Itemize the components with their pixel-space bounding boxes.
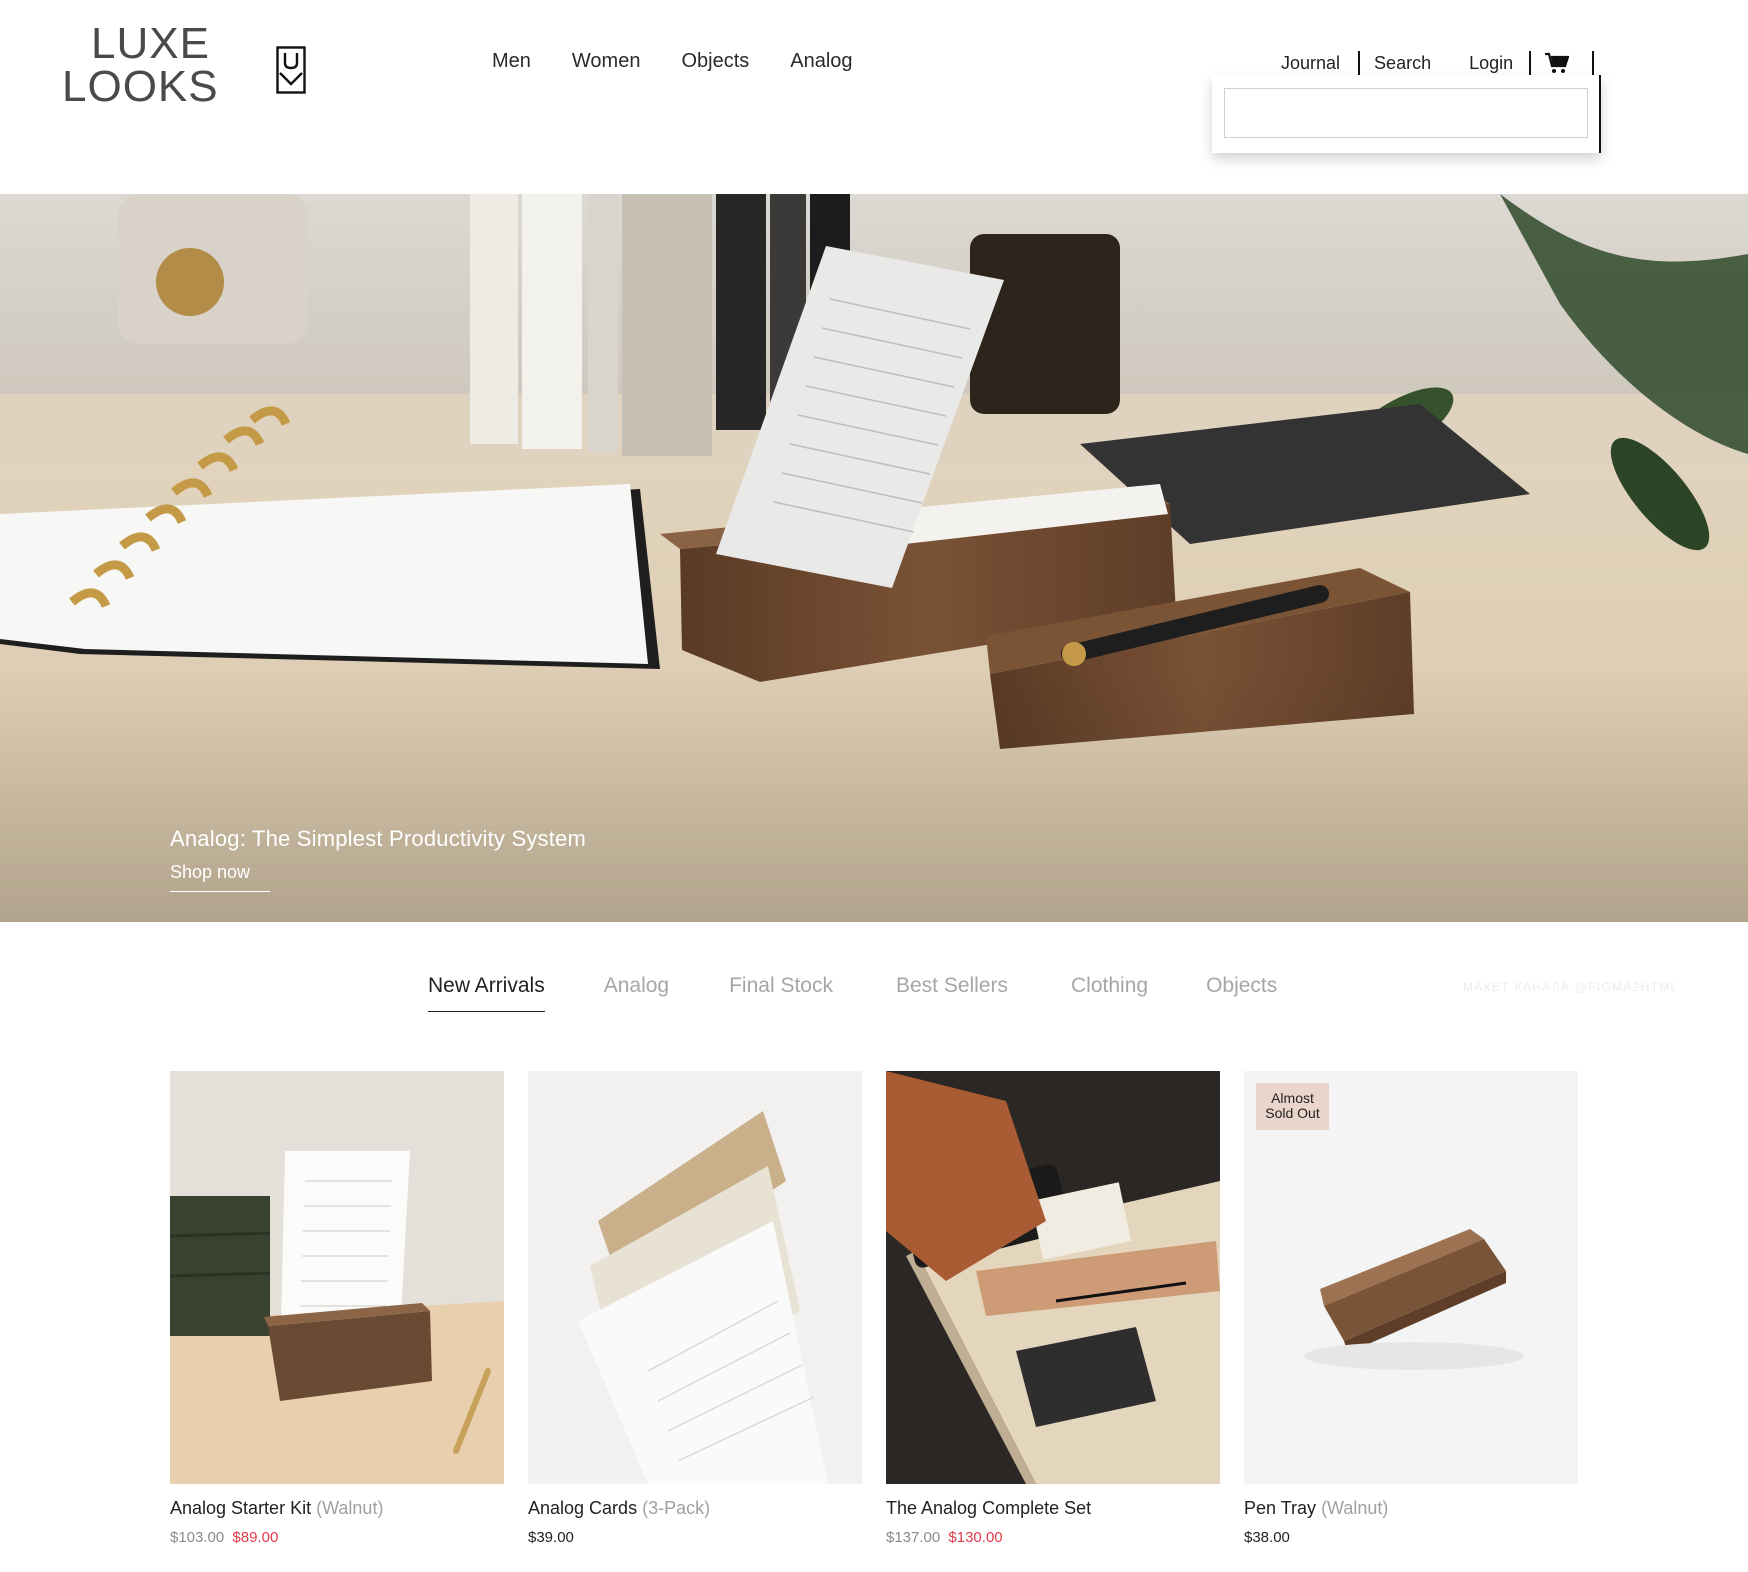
cart-icon[interactable] — [1545, 52, 1570, 74]
util-divider — [1529, 51, 1532, 75]
main-nav: Men Women Objects Analog — [492, 50, 894, 73]
product-name-line: Analog Starter Kit (Walnut) — [170, 1498, 504, 1519]
original-price: $137.00 — [886, 1529, 941, 1546]
hero-banner: Analog: The Simplest Productivity System… — [0, 194, 1748, 922]
product-variant: (Walnut) — [1321, 1498, 1389, 1518]
product-name: Analog Starter Kit — [170, 1498, 312, 1518]
nav-women[interactable]: Women — [572, 50, 641, 73]
shop-now-link[interactable]: Shop now — [170, 862, 270, 892]
search-input[interactable] — [1224, 88, 1588, 138]
tab-clothing[interactable]: Clothing — [1071, 974, 1148, 1012]
login-link[interactable]: Login — [1469, 53, 1513, 74]
product-prices: $103.00 $89.00 — [170, 1529, 504, 1546]
price: $38.00 — [1244, 1529, 1290, 1546]
product-card[interactable]: Analog Starter Kit (Walnut) $103.00 $89.… — [170, 1071, 504, 1546]
product-variant: (3-Pack) — [642, 1498, 711, 1518]
badge-line-1: Almost — [1271, 1090, 1314, 1106]
hero-image — [0, 194, 1748, 922]
search-link[interactable]: Search — [1374, 53, 1431, 74]
tab-final-stock[interactable]: Final Stock — [729, 974, 833, 1012]
badge-line-2: Sold Out — [1265, 1105, 1320, 1121]
product-card[interactable]: The Analog Complete Set $137.00 $130.00 — [886, 1071, 1220, 1546]
product-card[interactable]: Almost Sold Out Pen Tray (Walnut) $38.00 — [1244, 1071, 1578, 1546]
watermark: МАКЕТ КАНАЛА @FIGMA2HTML — [1463, 980, 1679, 994]
nav-analog[interactable]: Analog — [790, 50, 852, 73]
product-name: The Analog Complete Set — [886, 1498, 1092, 1518]
tab-new-arrivals[interactable]: New Arrivals — [428, 974, 545, 1012]
product-name: Analog Cards — [528, 1498, 638, 1518]
product-card[interactable]: Analog Cards (3-Pack) $39.00 — [528, 1071, 862, 1546]
tab-objects[interactable]: Objects — [1206, 974, 1277, 1012]
tab-best-sellers[interactable]: Best Sellers — [896, 974, 1008, 1012]
brand-line-1: LUXE — [91, 19, 210, 68]
sale-price: $130.00 — [948, 1529, 1003, 1546]
product-name-line: Analog Cards (3-Pack) — [528, 1498, 862, 1519]
product-image — [886, 1071, 1220, 1484]
product-image — [528, 1071, 862, 1484]
product-prices: $38.00 — [1244, 1529, 1578, 1546]
almost-sold-out-badge: Almost Sold Out — [1256, 1083, 1329, 1130]
brand-line-2: LOOKS — [62, 62, 219, 111]
util-divider — [1592, 51, 1595, 75]
category-tabs: New Arrivals Analog Final Stock Best Sel… — [428, 974, 1277, 1012]
nav-men[interactable]: Men — [492, 50, 531, 73]
product-name-line: Pen Tray (Walnut) — [1244, 1498, 1578, 1519]
product-variant: (Walnut) — [316, 1498, 384, 1518]
journal-link[interactable]: Journal — [1281, 53, 1340, 74]
utility-nav: Journal Search Login — [1260, 48, 1595, 78]
hero-title: Analog: The Simplest Productivity System — [170, 826, 586, 851]
product-image: Almost Sold Out — [1244, 1071, 1578, 1484]
price: $39.00 — [528, 1529, 574, 1546]
sale-price: $89.00 — [232, 1529, 279, 1546]
original-price: $103.00 — [170, 1529, 225, 1546]
util-divider — [1358, 51, 1361, 75]
product-image — [170, 1071, 504, 1484]
tab-analog[interactable]: Analog — [604, 974, 669, 1012]
product-prices: $137.00 $130.00 — [886, 1529, 1220, 1546]
nav-objects[interactable]: Objects — [681, 50, 749, 73]
product-prices: $39.00 — [528, 1529, 862, 1546]
u-chevron-logo-icon — [276, 46, 306, 94]
product-name-line: The Analog Complete Set — [886, 1498, 1220, 1519]
product-name: Pen Tray — [1244, 1498, 1317, 1518]
brand-logo[interactable]: LUXE LOOKS — [62, 19, 219, 111]
search-dropdown — [1212, 75, 1601, 153]
